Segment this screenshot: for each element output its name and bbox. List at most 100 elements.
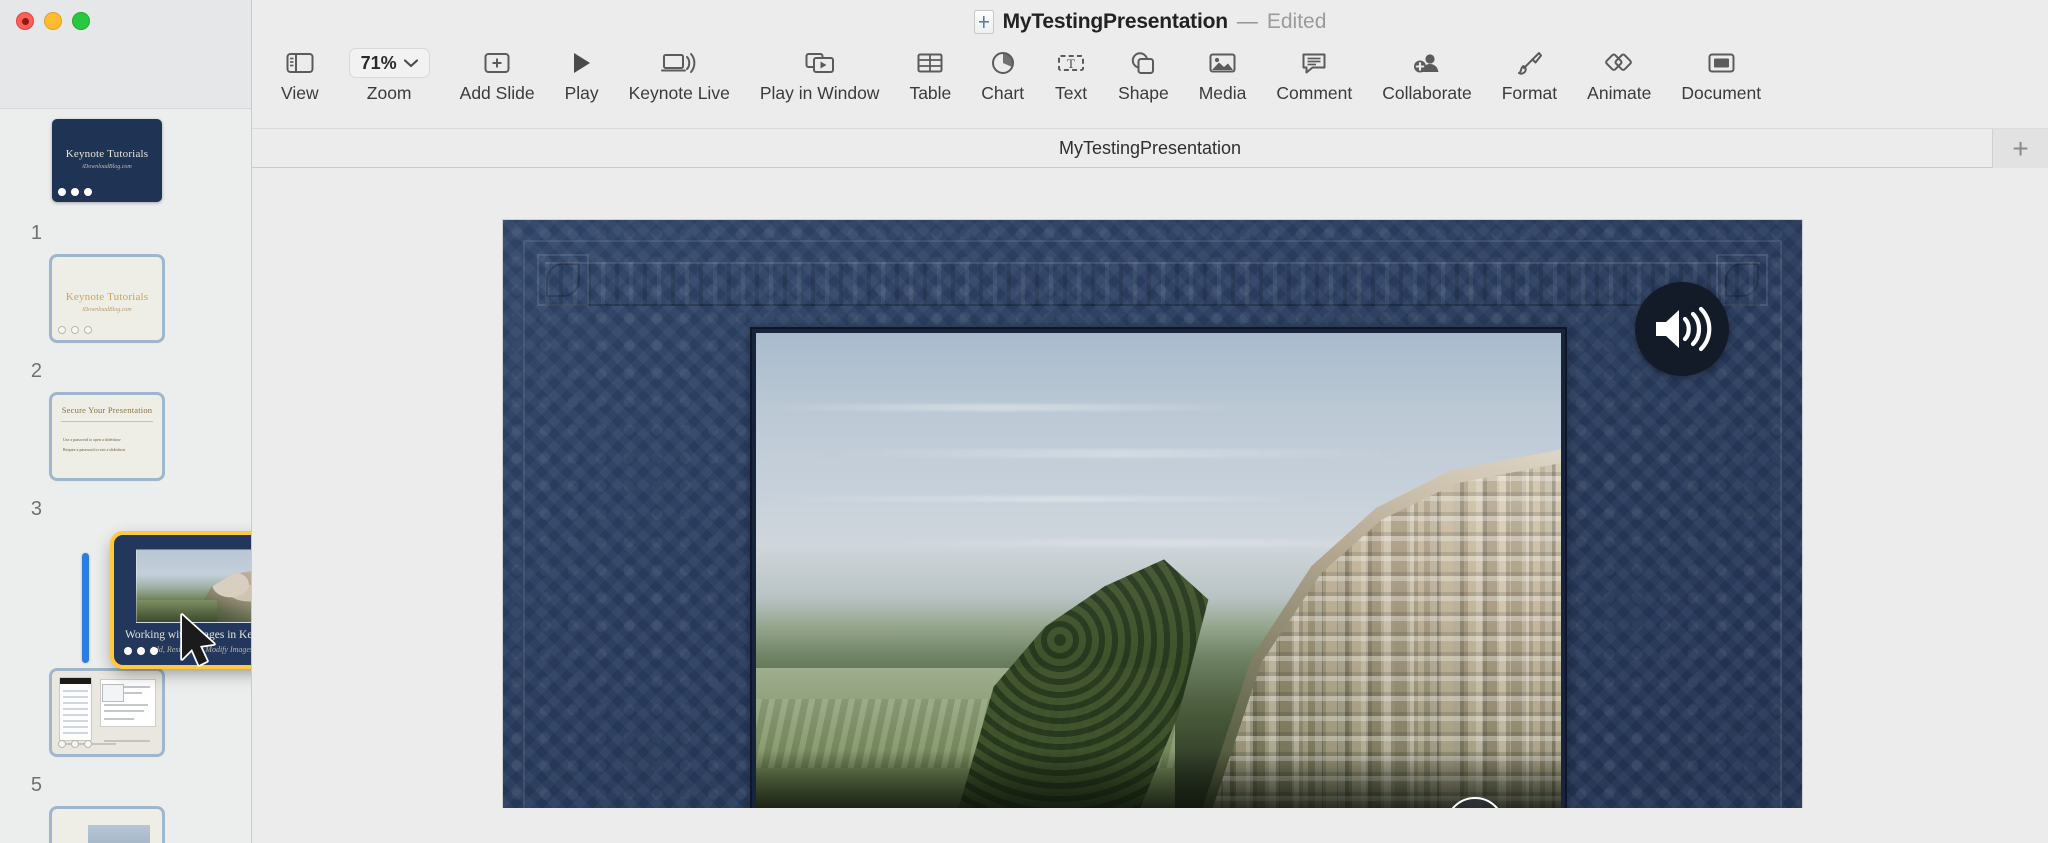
slide-row-1[interactable]: 1 Keynote Tutorials iDownloadBlog.com (0, 119, 251, 257)
current-slide[interactable] (503, 220, 1802, 808)
paintbrush-icon (1516, 44, 1543, 82)
slide-row-6-partial[interactable] (0, 809, 251, 843)
toolbar-add-slide-label: Add Slide (459, 83, 535, 103)
slide-thumbnail-1[interactable]: Keynote Tutorials iDownloadBlog.com (52, 119, 162, 202)
slide-row-3[interactable]: 3 Secure Your Presentation Use a passwor… (0, 395, 251, 533)
add-tab-button[interactable]: + (1992, 129, 2048, 168)
corner-ornament-top-right (1716, 254, 1768, 306)
slide-number: 1 (30, 222, 42, 244)
toolbar-shape-button[interactable]: Shape (1103, 44, 1184, 104)
audio-playback-badge[interactable] (1635, 282, 1729, 376)
mini-popover-mock (102, 684, 124, 702)
thumb-title: Secure Your Presentation (61, 405, 153, 415)
slide-navigator-sidebar: 1 Keynote Tutorials iDownloadBlog.com 2 … (0, 0, 252, 843)
toolbar-format-label: Format (1501, 83, 1558, 103)
main-area: MyTestingPresentation — Edited View 71% (252, 0, 2048, 843)
toolbar-collaborate-label: Collaborate (1382, 83, 1472, 103)
text-box-icon: T (1057, 44, 1085, 82)
toolbar-table-button[interactable]: Table (894, 44, 966, 104)
slide-row-2[interactable]: 2 Keynote Tutorials iDownloadBlog.com (0, 257, 251, 395)
thumb-bullets: Use a password to open a slideshow Requi… (63, 435, 125, 455)
toolbar-shape-label: Shape (1118, 83, 1169, 103)
photo-foreground-shadow (756, 749, 1561, 808)
window-traffic-lights (16, 12, 90, 30)
tab-mytestingpresentation[interactable]: MyTestingPresentation (1059, 138, 1241, 159)
corner-ornament-top-left (537, 254, 589, 306)
thumb-bullet-item: Use a password to open a slideshow (63, 437, 121, 442)
minimize-button[interactable] (44, 12, 62, 30)
document-edited-state: Edited (1266, 10, 1327, 33)
sidebar-panel-icon (286, 44, 314, 82)
slide-canvas-area[interactable] (252, 168, 2048, 808)
diamonds-icon (1604, 44, 1634, 82)
slide-row-5[interactable]: 5 (0, 671, 251, 809)
toolbar-table-label: Table (909, 83, 952, 103)
toolbar-zoom-label: Zoom (366, 83, 412, 103)
toolbar-collaborate-button[interactable]: Collaborate (1367, 44, 1487, 104)
slide-number: 5 (30, 774, 42, 796)
thumb-photo (136, 549, 251, 623)
zoom-button[interactable] (72, 12, 90, 30)
toolbar-text-button[interactable]: T Text (1039, 44, 1103, 104)
toolbar-chart-button[interactable]: Chart (966, 44, 1039, 104)
slide-number: 3 (30, 498, 42, 520)
slide-thumbnail-2[interactable]: Keynote Tutorials iDownloadBlog.com (52, 257, 162, 340)
toolbar-view-label: View (281, 83, 319, 103)
toolbar-animate-label: Animate (1587, 83, 1652, 103)
toolbar-play-in-window-button[interactable]: Play in Window (745, 44, 895, 104)
slide-thumbnail-list[interactable]: 1 Keynote Tutorials iDownloadBlog.com 2 … (0, 109, 251, 843)
slide-drop-indicator (82, 553, 89, 663)
mouse-pointer (180, 613, 216, 667)
document-panel-icon (1708, 44, 1735, 82)
toolbar-keynote-live-label: Keynote Live (628, 83, 730, 103)
zoom-value: 71% (360, 52, 397, 73)
table-grid-icon (917, 44, 943, 82)
toolbar-comment-button[interactable]: Comment (1261, 44, 1367, 104)
slide-frame-top-band (545, 262, 1760, 306)
toolbar-chart-label: Chart (981, 83, 1025, 103)
window-play-icon (805, 44, 835, 82)
toolbar-animate-button[interactable]: Animate (1572, 44, 1666, 104)
toolbar-add-slide-button[interactable]: Add Slide (445, 44, 550, 104)
build-dots (58, 188, 92, 196)
toolbar-play-in-window-label: Play in Window (759, 83, 880, 103)
slide-thumbnail-3[interactable]: Secure Your Presentation Use a password … (52, 395, 162, 478)
slide-number: 2 (30, 360, 42, 382)
keynote-window: 1 Keynote Tutorials iDownloadBlog.com 2 … (0, 0, 2048, 843)
thumb-subtitle: iDownloadBlog.com (82, 164, 132, 170)
slide-thumbnail-5[interactable] (52, 671, 162, 754)
toolbar-document-label: Document (1681, 83, 1762, 103)
build-dots (58, 740, 92, 748)
keynote-document-icon (973, 10, 994, 34)
comment-bubble-icon (1301, 44, 1327, 82)
toolbar-document-button[interactable]: Document (1666, 44, 1776, 104)
close-button[interactable] (16, 12, 34, 30)
thumb-bullet-item: Require a password to exit a slideshow (63, 447, 126, 452)
build-dots (124, 647, 158, 655)
main-toolbar: View 71% Zoom Add Slide Play Keynote Liv… (252, 44, 2048, 128)
play-triangle-icon (571, 44, 593, 82)
zoom-value-pill[interactable]: 71% (348, 44, 430, 82)
slide-photo[interactable] (756, 333, 1561, 808)
toolbar-media-label: Media (1198, 83, 1247, 103)
toolbar-format-button[interactable]: Format (1487, 44, 1572, 104)
thumb-divider (61, 421, 153, 422)
toolbar-play-button[interactable]: Play (550, 44, 614, 104)
toolbar-keynote-live-button[interactable]: Keynote Live (614, 44, 745, 104)
toolbar-media-button[interactable]: Media (1184, 44, 1262, 104)
add-person-icon (1413, 44, 1441, 82)
thumb-subtitle: iDownloadBlog.com (82, 307, 132, 313)
slide-photo-frame[interactable] (750, 327, 1567, 808)
thumb-title: Keynote Tutorials (65, 148, 149, 160)
document-title[interactable]: MyTestingPresentation (1003, 10, 1228, 34)
build-dots (58, 326, 92, 334)
slide-thumbnail-6[interactable] (52, 809, 162, 843)
shapes-icon (1130, 44, 1156, 82)
toolbar-zoom-control[interactable]: 71% Zoom (334, 44, 445, 104)
document-tabbar: MyTestingPresentation + (252, 128, 2048, 168)
photo-icon (1209, 44, 1236, 82)
toolbar-text-label: Text (1055, 83, 1088, 103)
pie-chart-icon (991, 44, 1015, 82)
toolbar-view-button[interactable]: View (266, 44, 334, 104)
toolbar-comment-label: Comment (1276, 83, 1353, 103)
